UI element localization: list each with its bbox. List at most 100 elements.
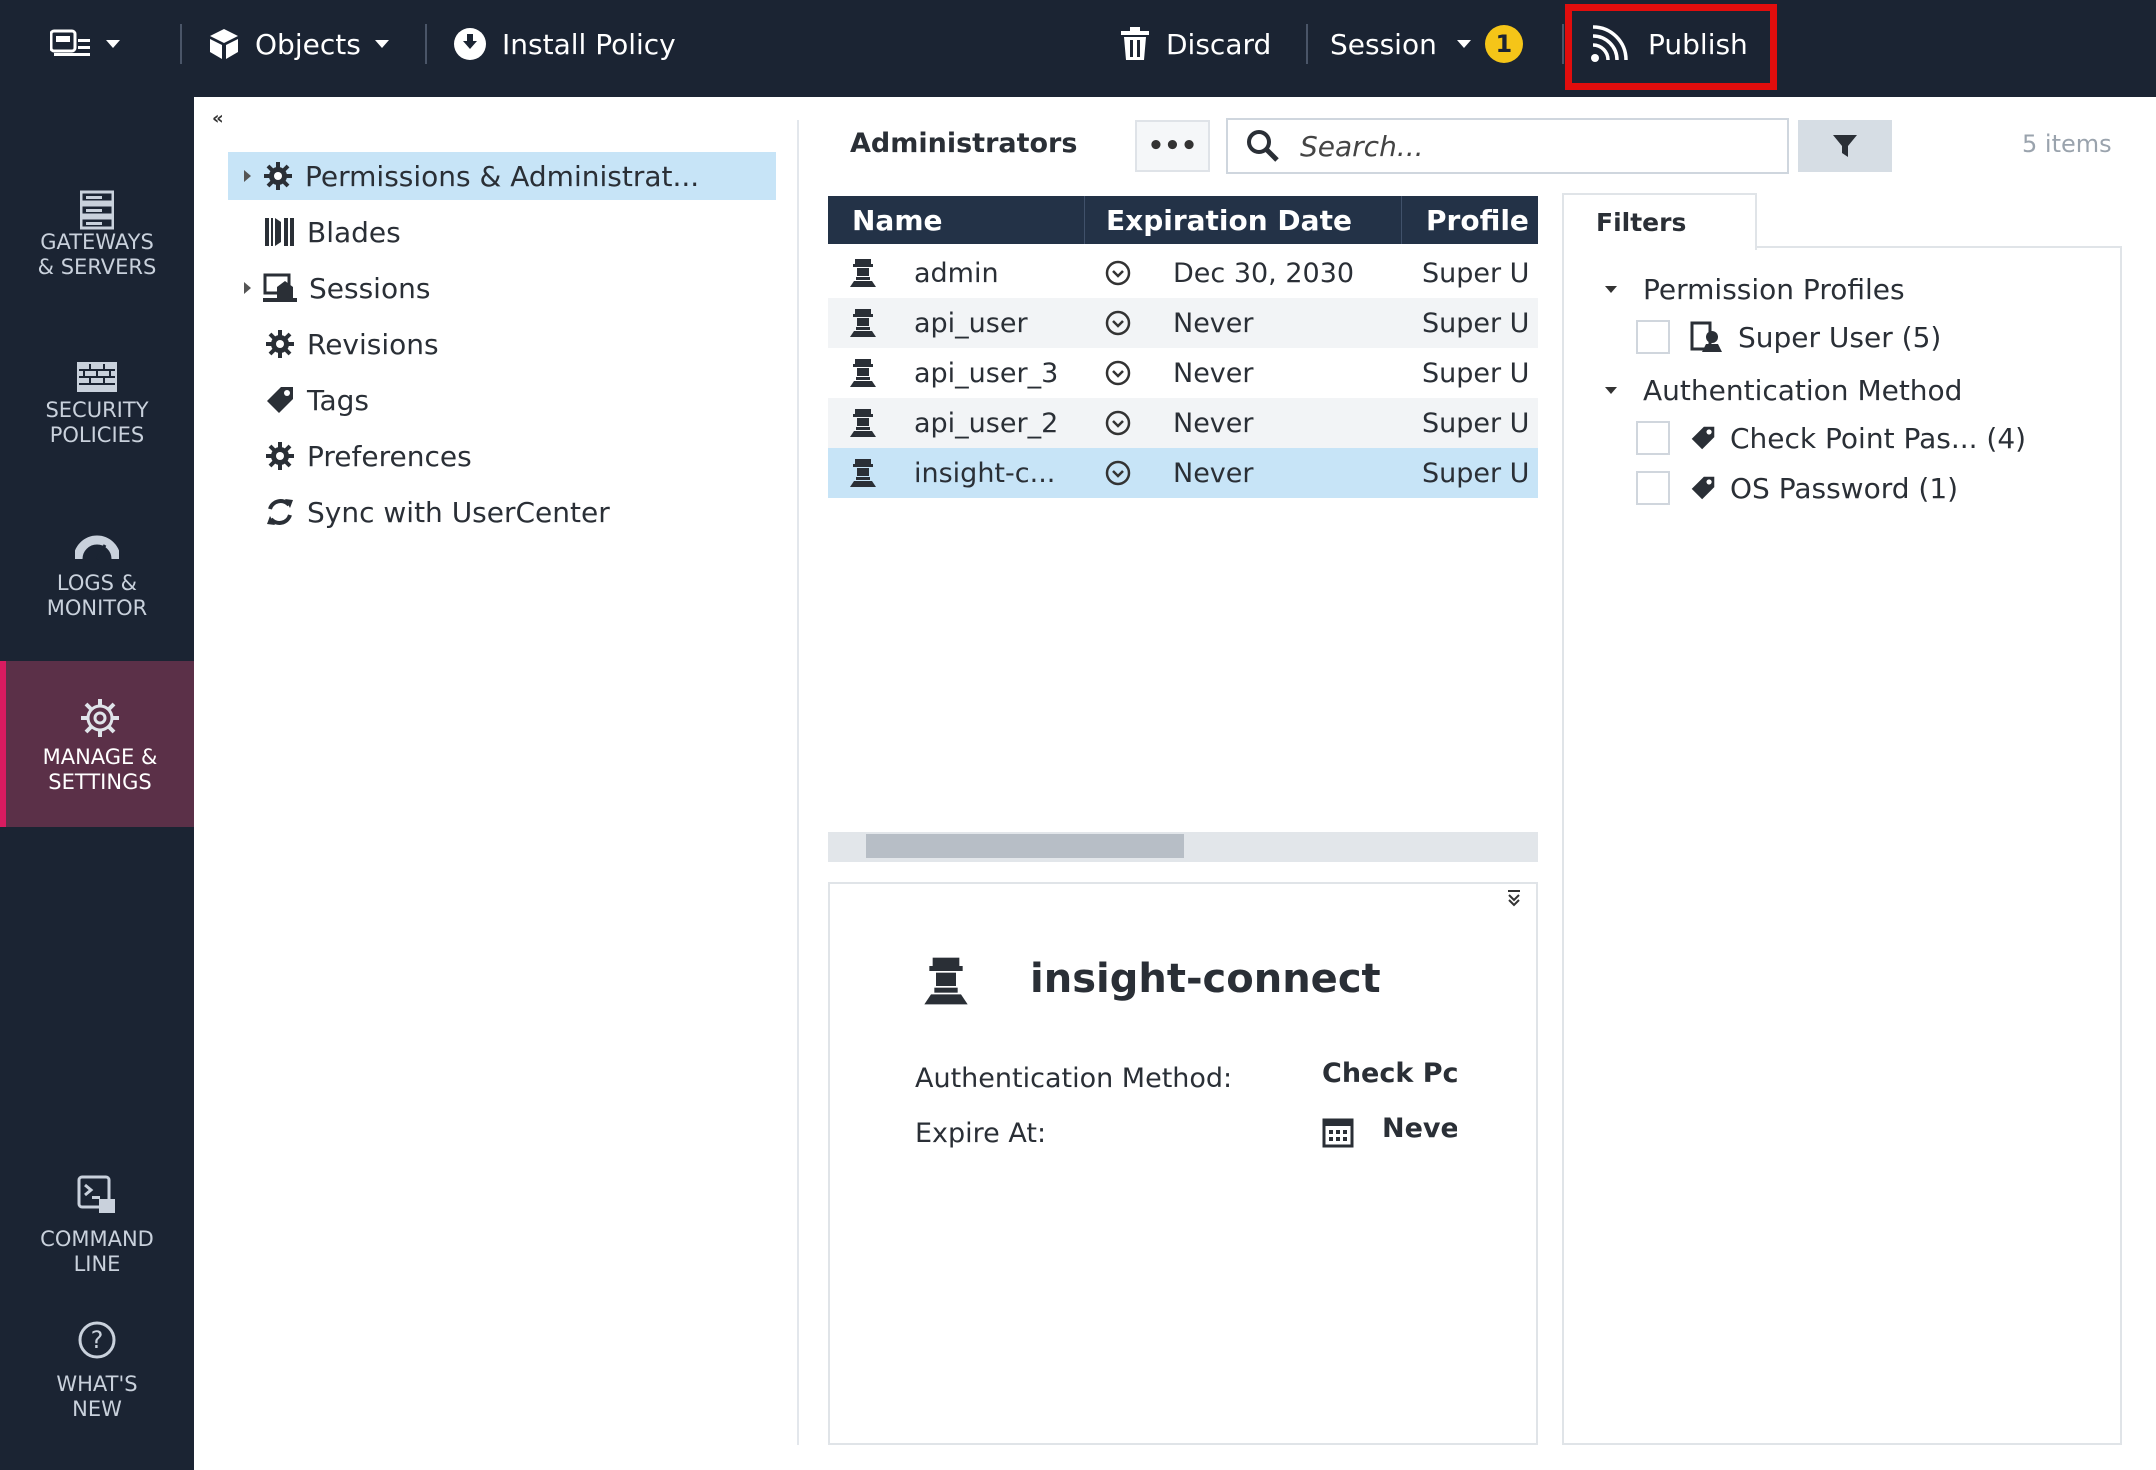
clock-icon <box>1104 398 1132 448</box>
filter-toggle-button[interactable] <box>1798 120 1892 172</box>
admin-user-icon <box>848 348 878 398</box>
table-row-selected[interactable]: insight-c... Never Super U <box>828 448 1538 498</box>
terminal-icon <box>77 1175 117 1215</box>
filter-checkbox[interactable] <box>1636 320 1670 354</box>
nav-whats-new[interactable]: ? WHAT'S NEW <box>0 1320 194 1440</box>
nav-label: COMMAND LINE <box>40 1227 154 1276</box>
table-row[interactable]: admin Dec 30, 2030 Super U <box>828 248 1538 298</box>
admin-expiration: Never <box>1173 307 1254 339</box>
column-header-profile[interactable]: Profile <box>1426 196 1529 244</box>
nav-manage-settings[interactable]: MANAGE & SETTINGS <box>0 661 194 827</box>
gear-icon <box>79 697 121 739</box>
chevron-down-icon <box>1456 40 1471 48</box>
tree-item-label: Blades <box>307 215 401 249</box>
filter-item-label: Check Point Pas... (4) <box>1730 421 2027 455</box>
admin-profile: Super U <box>1422 307 1530 339</box>
collapse-caret-icon[interactable] <box>1605 286 1617 293</box>
question-icon: ? <box>77 1320 117 1360</box>
chevron-down-icon <box>374 40 389 48</box>
admin-name: api_user <box>914 307 1028 339</box>
admin-expiration: Never <box>1173 357 1254 389</box>
nav-gateways-servers[interactable]: GATEWAYS & SERVERS <box>0 190 194 300</box>
filter-item-label: Super User (5) <box>1738 320 1942 354</box>
filter-group-authentication-method[interactable]: Authentication Method <box>1605 374 1962 407</box>
tag-icon <box>1690 475 1716 501</box>
column-divider[interactable] <box>1401 196 1402 244</box>
filter-item-super-user[interactable]: Super User (5) <box>1636 320 1941 354</box>
scrollbar-thumb[interactable] <box>866 834 1184 858</box>
install-download-icon <box>452 26 488 62</box>
column-header-expiration[interactable]: Expiration Date <box>1106 196 1352 244</box>
tag-icon <box>1690 425 1716 451</box>
app-menu-icon <box>50 29 92 59</box>
tree-divider <box>797 120 799 1445</box>
tree-item-permissions[interactable]: Permissions & Administrat... <box>244 153 699 199</box>
table-row[interactable]: api_user Never Super U <box>828 298 1538 348</box>
table-row[interactable]: api_user_2 Never Super U <box>828 398 1538 448</box>
discard-button[interactable]: Discard <box>1118 22 1271 66</box>
collapse-caret-icon[interactable] <box>1605 387 1617 394</box>
filter-group-permission-profiles[interactable]: Permission Profiles <box>1605 273 1905 306</box>
trash-icon <box>1118 26 1152 62</box>
auth-method-label: Authentication Method: <box>915 1063 1233 1094</box>
tree-item-revisions[interactable]: Revisions <box>265 321 439 367</box>
tree-item-tags[interactable]: Tags <box>265 377 369 423</box>
tree-item-preferences[interactable]: Preferences <box>265 433 472 479</box>
toolbar-divider <box>180 24 182 64</box>
server-icon <box>80 190 114 230</box>
search-box[interactable] <box>1226 118 1789 174</box>
filters-tab[interactable]: Filters <box>1562 193 1757 250</box>
filter-checkbox[interactable] <box>1636 471 1670 505</box>
firewall-icon <box>77 362 117 392</box>
main-menu-button[interactable] <box>50 22 120 66</box>
top-toolbar: Objects Install Policy Discard Session 1… <box>0 0 2156 90</box>
nav-security-policies[interactable]: SECURITY POLICIES <box>0 362 194 472</box>
objects-menu-button[interactable]: Objects <box>207 22 389 66</box>
cube-icon <box>207 27 241 61</box>
nav-logs-monitor[interactable]: LOGS & MONITOR <box>0 535 194 645</box>
tree-item-label: Sessions <box>309 271 431 305</box>
session-menu-button[interactable]: Session 1 <box>1330 22 1523 66</box>
column-divider[interactable] <box>1084 196 1085 244</box>
search-input[interactable] <box>1298 128 1738 164</box>
expand-arrow-icon[interactable] <box>244 282 251 294</box>
install-policy-label: Install Policy <box>502 27 676 61</box>
install-policy-button[interactable]: Install Policy <box>452 22 676 66</box>
collapse-panel-button[interactable]: « <box>212 108 224 129</box>
admin-profile: Super U <box>1422 407 1530 439</box>
nav-label: SECURITY POLICIES <box>45 398 149 447</box>
nav-label: WHAT'S NEW <box>56 1372 138 1421</box>
collapse-details-icon[interactable] <box>1506 888 1522 908</box>
expand-arrow-icon[interactable] <box>244 170 251 182</box>
admin-name: api_user_3 <box>914 357 1059 389</box>
calendar-icon <box>1322 1116 1354 1148</box>
filter-item-check-point-password[interactable]: Check Point Pas... (4) <box>1636 421 2026 455</box>
filter-checkbox[interactable] <box>1636 421 1670 455</box>
admin-user-icon <box>848 448 878 498</box>
sessions-icon <box>263 273 297 303</box>
filter-item-os-password[interactable]: OS Password (1) <box>1636 471 1958 505</box>
filter-item-label: OS Password (1) <box>1730 471 1959 505</box>
tag-icon <box>265 385 295 415</box>
column-header-name[interactable]: Name <box>852 196 943 244</box>
nav-command-line[interactable]: COMMAND LINE <box>0 1175 194 1285</box>
nav-label: LOGS & MONITOR <box>46 571 148 620</box>
session-changes-badge: 1 <box>1484 25 1523 63</box>
tree-item-sync-usercenter[interactable]: Sync with UserCenter <box>265 489 610 535</box>
gauge-icon <box>75 535 119 561</box>
tree-item-blades[interactable]: Blades <box>265 209 401 255</box>
more-actions-button[interactable]: ••• <box>1135 120 1210 172</box>
expire-at-label: Expire At: <box>915 1118 1047 1149</box>
tree-item-sessions[interactable]: Sessions <box>244 265 430 311</box>
table-row[interactable]: api_user_3 Never Super U <box>828 348 1538 398</box>
admin-profile: Super U <box>1422 257 1530 289</box>
toolbar-divider <box>1562 24 1564 64</box>
svg-text:?: ? <box>91 1326 104 1354</box>
clock-icon <box>1104 448 1132 498</box>
tree-item-label: Preferences <box>307 439 472 473</box>
gear-icon <box>263 161 293 191</box>
objects-label: Objects <box>255 27 361 61</box>
item-count: 5 items <box>2022 130 2112 158</box>
administrators-title: Administrators <box>850 128 1078 159</box>
admin-expiration: Never <box>1173 457 1254 489</box>
